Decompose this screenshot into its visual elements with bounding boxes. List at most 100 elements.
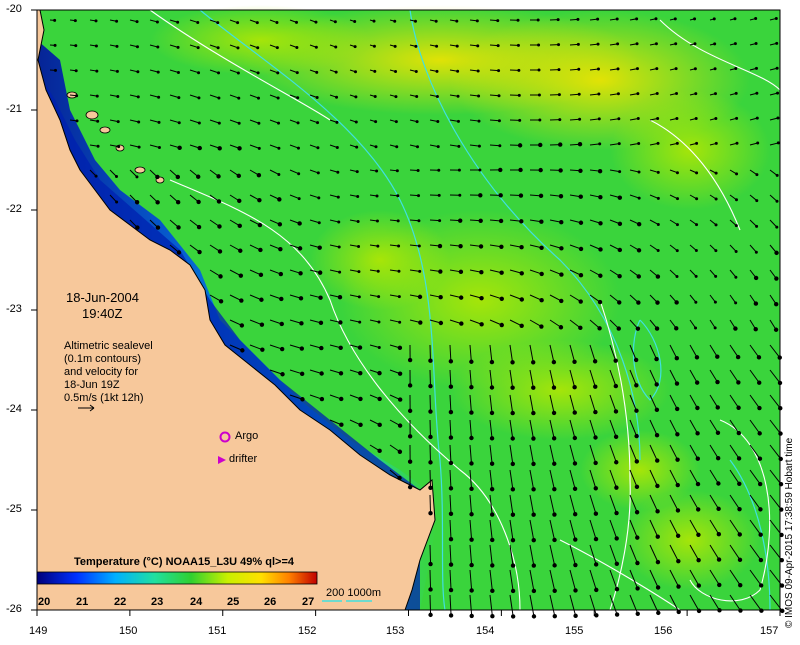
velocity-arrowhead bbox=[636, 300, 640, 304]
velocity-arrowhead bbox=[716, 456, 720, 460]
velocity-arrowhead bbox=[617, 67, 620, 70]
velocity-arrowhead bbox=[735, 198, 738, 201]
velocity-arrowhead bbox=[319, 346, 323, 350]
velocity-arrowhead bbox=[357, 220, 360, 223]
velocity-arrowhead bbox=[318, 245, 322, 249]
velocity-arrowhead bbox=[714, 249, 717, 252]
velocity-arrowhead bbox=[573, 512, 577, 516]
velocity-arrowhead bbox=[397, 219, 400, 222]
velocity-arrowhead bbox=[511, 513, 515, 517]
velocity-arrowhead bbox=[735, 250, 738, 253]
velocity-arrowhead bbox=[196, 200, 200, 204]
velocity-arrowhead bbox=[576, 18, 579, 21]
velocity-arrowhead bbox=[338, 246, 341, 249]
velocity-arrowhead bbox=[736, 380, 740, 384]
velocity-arrowhead bbox=[155, 200, 159, 204]
velocity-arrowhead bbox=[593, 385, 597, 389]
velocity-arrowhead bbox=[617, 326, 621, 330]
velocity-arrowhead bbox=[459, 270, 463, 274]
velocity-arrowhead bbox=[197, 46, 200, 49]
velocity-arrowhead bbox=[238, 224, 242, 228]
velocity-arrowhead bbox=[557, 18, 560, 21]
velocity-arrowhead bbox=[479, 270, 483, 274]
velocity-arrowhead bbox=[258, 223, 262, 227]
velocity-arrowhead bbox=[552, 538, 556, 542]
velocity-arrowhead bbox=[278, 247, 282, 251]
velocity-arrowhead bbox=[315, 71, 318, 74]
velocity-arrowhead bbox=[338, 320, 342, 324]
velocity-arrowhead bbox=[511, 614, 515, 618]
temperature-colorbar bbox=[37, 572, 317, 584]
velocity-arrowhead bbox=[417, 194, 420, 197]
velocity-arrowhead bbox=[755, 92, 758, 95]
velocity-arrowhead bbox=[775, 226, 778, 229]
velocity-arrowhead bbox=[358, 321, 361, 324]
velocity-arrowhead bbox=[54, 44, 57, 47]
velocity-arrowhead bbox=[510, 411, 514, 415]
velocity-arrowhead bbox=[635, 535, 639, 539]
velocity-arrowhead bbox=[734, 42, 737, 45]
velocity-arrowhead bbox=[218, 146, 222, 150]
velocity-arrowhead bbox=[676, 171, 679, 174]
velocity-arrowhead bbox=[695, 117, 698, 120]
velocity-arrowhead bbox=[598, 221, 602, 225]
velocity-arrowhead bbox=[636, 67, 639, 70]
velocity-arrowhead bbox=[598, 247, 602, 251]
velocity-arrowhead bbox=[459, 295, 463, 299]
velocity-arrowhead bbox=[532, 563, 536, 567]
velocity-arrowhead bbox=[398, 295, 401, 298]
velocity-arrowhead bbox=[158, 121, 161, 124]
velocity-arrowhead bbox=[196, 175, 200, 179]
velocity-arrowhead bbox=[439, 321, 443, 325]
velocity-arrowhead bbox=[397, 245, 400, 248]
velocity-arrowhead bbox=[490, 411, 494, 415]
velocity-arrowhead bbox=[578, 169, 582, 173]
velocity-arrowhead bbox=[299, 321, 303, 325]
lon-label: 149 bbox=[29, 625, 47, 637]
velocity-arrowhead bbox=[593, 461, 597, 465]
velocity-arrowhead bbox=[237, 71, 240, 74]
velocity-arrowhead bbox=[358, 397, 362, 401]
velocity-arrowhead bbox=[578, 93, 581, 96]
velocity-arrowhead bbox=[636, 92, 639, 95]
velocity-arrowhead bbox=[398, 423, 402, 427]
velocity-arrowhead bbox=[297, 147, 300, 150]
velocity-arrowhead bbox=[394, 70, 397, 73]
velocity-arrowhead bbox=[490, 360, 494, 364]
velocity-arrowhead bbox=[299, 296, 303, 300]
velocity-arrowhead bbox=[675, 275, 678, 278]
velocity-arrowhead bbox=[357, 270, 360, 273]
velocity-arrowhead bbox=[696, 558, 700, 562]
velocity-arrowhead bbox=[736, 355, 740, 359]
colorbar-tick: 21 bbox=[76, 596, 88, 608]
velocity-arrowhead bbox=[531, 385, 535, 389]
lon-label: 152 bbox=[298, 625, 316, 637]
altimetry-note-line: and velocity for bbox=[64, 366, 153, 379]
velocity-arrowhead bbox=[676, 483, 680, 487]
velocity-arrowhead bbox=[337, 196, 340, 199]
velocity-arrowhead bbox=[531, 513, 535, 517]
velocity-arrowhead bbox=[355, 121, 358, 124]
velocity-arrowhead bbox=[449, 359, 453, 363]
velocity-arrowhead bbox=[654, 357, 658, 361]
velocity-arrowhead bbox=[737, 456, 741, 460]
velocity-arrowhead bbox=[656, 117, 659, 120]
velocity-arrowhead bbox=[490, 614, 494, 618]
velocity-arrowhead bbox=[553, 614, 557, 618]
drifter-label: drifter bbox=[229, 453, 257, 465]
velocity-arrowhead bbox=[656, 611, 660, 615]
velocity-arrowhead bbox=[676, 508, 680, 512]
velocity-arrowhead bbox=[240, 323, 244, 327]
velocity-arrowhead bbox=[638, 197, 641, 200]
velocity-arrowhead bbox=[317, 171, 320, 174]
velocity-arrowhead bbox=[428, 409, 432, 413]
velocity-arrowhead bbox=[490, 538, 494, 542]
velocity-arrowhead bbox=[415, 95, 418, 98]
velocity-arrowhead bbox=[510, 385, 514, 389]
velocity-arrowhead bbox=[715, 172, 718, 175]
velocity-arrowhead bbox=[596, 18, 599, 21]
velocity-arrow bbox=[430, 595, 431, 615]
velocity-arrowhead bbox=[377, 295, 380, 298]
velocity-arrowhead bbox=[577, 43, 580, 46]
velocity-arrowhead bbox=[459, 321, 463, 325]
